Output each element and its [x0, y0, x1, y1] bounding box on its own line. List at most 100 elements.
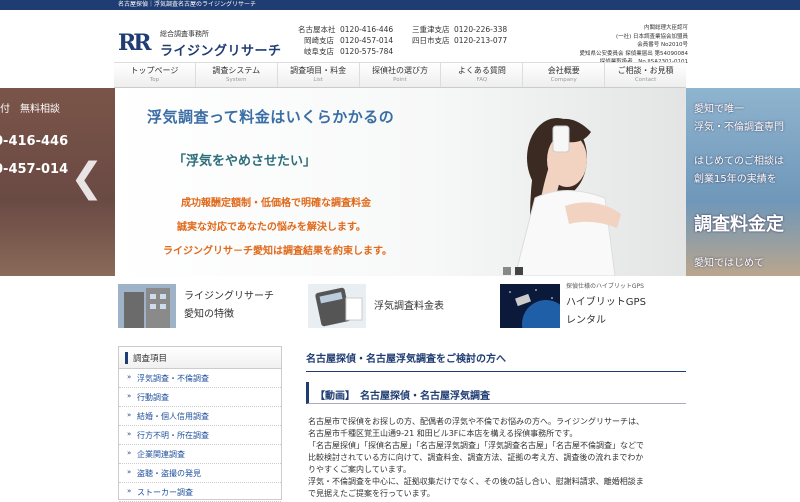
prev-slide-peek[interactable]: 付 無料相談 0-416-446 0-457-014 ❮	[0, 88, 115, 276]
next-slide-peek[interactable]: 愛知で唯一 浮気・不倫調査専門 はじめてのご相談は 創業15年の実績を 調査料金…	[686, 88, 800, 276]
nav-sub: FAQ	[476, 77, 488, 83]
feature-characteristics[interactable]: ライジングリサーチ 愛知の特徴	[118, 284, 298, 332]
logo-name[interactable]: ライジングリサーチ	[160, 40, 282, 59]
feature-line: 浮気調査料金表	[374, 301, 444, 312]
feature-line: ハイブリットGPS	[566, 297, 646, 308]
chevron-left-icon[interactable]: ❮	[70, 158, 104, 198]
slider-dots	[503, 260, 527, 276]
paragraph-line: 名古屋市で探偵をお探しの方、配偶者の浮気や不倫でお悩みの方へ。ライジングリサーチ…	[308, 417, 644, 426]
branch-tel[interactable]: 0120-575-784	[340, 47, 393, 56]
license-line: 内閣総理大臣認可	[643, 25, 688, 31]
double-chevron-icon: »	[127, 468, 132, 476]
license-line: (一社) 日本調査業協会加盟員	[615, 33, 688, 40]
nav-list[interactable]: 調査項目・料金 List	[278, 63, 360, 87]
branch-name: 名古屋本社	[298, 25, 336, 34]
sidebar-item[interactable]: » 結婚・個人信用調査	[119, 407, 281, 426]
double-chevron-icon: »	[127, 487, 132, 495]
nav-contact[interactable]: ご相談・お見積 Contact	[605, 63, 686, 87]
peek-text: 愛知で唯一	[694, 104, 744, 115]
license-line: 愛知県公安委員会 探偵業届出 第54090084	[579, 50, 689, 57]
double-chevron-icon: »	[127, 430, 132, 438]
intro-paragraph: 名古屋市で探偵をお探しの方、配偶者の浮気や不倫でお悩みの方へ。ライジングリサーチ…	[308, 416, 686, 500]
nav-label: 会社概要	[547, 66, 580, 75]
hero-slide[interactable]: 浮気調査って料金はいくらかかるの 「浮気をやめさせたい」 成功報酬定額制・低価格…	[115, 88, 686, 276]
slide-line-2: 誠実な対応であなたの悩みを解決します。	[177, 222, 366, 233]
paragraph-line: 比較検討されている方に向けて、調査料金、調査方法、証拠の考え方、調査後の流れまで…	[308, 453, 644, 462]
branch-tel[interactable]: 0120-416-446	[340, 25, 393, 34]
sidebar-item[interactable]: » 企業関連調査	[119, 445, 281, 464]
hero-slider: 付 無料相談 0-416-446 0-457-014 ❮ 浮気調査って料金はいく…	[0, 88, 800, 276]
sidebar-item-label: 企業関連調査	[137, 450, 185, 459]
main-nav: トップページ Top 調査システム System 調査項目・料金 List 探偵社の選…	[114, 62, 686, 88]
calculator-thumbnail	[308, 284, 366, 328]
branch-name: 岡崎支店	[304, 36, 334, 45]
sidebar-item-label: 行動調査	[137, 393, 169, 402]
feature-line: ライジングリサーチ	[184, 291, 274, 302]
nav-top[interactable]: トップページ Top	[114, 63, 196, 87]
slide-quote: 「浮気をやめさせたい」	[173, 154, 317, 169]
feature-text: 浮気調査料金表	[374, 298, 444, 316]
peek-text: 創業15年の実績を	[694, 174, 777, 185]
slider-dot-active[interactable]	[515, 267, 523, 275]
nav-label: 調査項目・料金	[290, 66, 347, 75]
nav-sub: System	[226, 77, 247, 83]
video-section-heading: 【動画】 名古屋探偵・名古屋浮気調査	[306, 382, 686, 404]
branch-name: 四日市支店	[412, 36, 450, 45]
double-chevron-icon: »	[127, 392, 132, 400]
sidebar-header: 調査項目	[119, 347, 281, 369]
branch-tel[interactable]: 0120-226-338	[454, 25, 507, 34]
slider-dot[interactable]	[503, 267, 511, 275]
sidebar-item[interactable]: » 行動調査	[119, 388, 281, 407]
top-bar-text: 名古屋探偵｜浮気調査名古屋のライジングリサーチ	[118, 1, 257, 8]
sidebar-item-label: 盗聴・盗撮の発見	[137, 469, 201, 478]
sidebar-item[interactable]: » 行方不明・所在調査	[119, 426, 281, 445]
branch-entry: 岡崎支店 0120-457-014	[298, 35, 393, 46]
sidebar-item-label: 行方不明・所在調査	[137, 431, 209, 440]
branch-entry: 三重津支店 0120-226-338	[412, 24, 507, 35]
nav-sub: Top	[149, 77, 160, 83]
double-chevron-icon: »	[127, 449, 132, 457]
gps-space-thumbnail	[500, 284, 560, 328]
nav-label: 調査システム	[212, 66, 261, 75]
peek-text: 愛知ではじめて	[694, 258, 764, 269]
sidebar-item-label: 浮気調査・不倫調査	[137, 374, 209, 383]
feature-text: ハイブリットGPS レンタル	[566, 294, 646, 330]
nav-sub: Company	[550, 77, 577, 83]
sidebar-accent-bar	[125, 352, 128, 364]
branch-tel[interactable]: 0120-213-077	[454, 36, 507, 45]
double-chevron-icon: »	[127, 373, 132, 381]
branch-list-left: 名古屋本社 0120-416-446 岡崎支店 0120-457-014 岐阜支店 0…	[298, 24, 393, 57]
nav-faq[interactable]: よくある質問 FAQ	[441, 63, 524, 87]
sidebar-item-label: ストーカー調査	[137, 488, 193, 497]
branch-name: 三重津支店	[412, 25, 450, 34]
peek-text: 浮気・不倫調査専門	[694, 122, 784, 133]
branch-entry: 岐阜支店 0120-575-784	[298, 46, 393, 57]
paragraph-line: りやすくご案内しています。	[308, 465, 411, 474]
peek-free-consult: 付 無料相談	[0, 104, 60, 115]
nav-point[interactable]: 探偵社の選び方 Point	[360, 63, 442, 87]
sidebar-item[interactable]: » ストーカー調査	[119, 483, 281, 502]
paragraph-line: 「名古屋探偵」「探偵名古屋」「名古屋浮気調査」「浮気調査名古屋」「名古屋不倫調査…	[308, 441, 644, 450]
nav-company[interactable]: 会社概要 Company	[523, 63, 606, 87]
sidebar-item[interactable]: » 浮気調査・不倫調査	[119, 369, 281, 388]
nav-system[interactable]: 調査システム System	[196, 63, 278, 87]
license-info: 内閣総理大臣認可 (一社) 日本調査業協会加盟員 会員番号 No2010号 愛知…	[548, 24, 689, 67]
double-chevron-icon: »	[127, 411, 132, 419]
sidebar-item-label: 結婚・個人信用調査	[137, 412, 209, 421]
branch-list-right: 三重津支店 0120-226-338 四日市支店 0120-213-077	[412, 24, 507, 46]
feature-price-list[interactable]: 浮気調査料金表	[308, 284, 488, 332]
paragraph-line: 浮気・不倫調査を中心に、証拠収集だけでなく、その後の話し合い、慰謝料請求、離婚相…	[308, 477, 644, 486]
site-header: RR 総合調査事務所 ライジングリサーチ 名古屋本社 0120-416-446 岡…	[0, 10, 800, 65]
branch-tel[interactable]: 0120-457-014	[340, 36, 393, 45]
feature-gps-rental[interactable]: 探偵仕様のハイブリットGPS ハイブリットGPS レンタル	[500, 283, 688, 332]
nav-label: ご相談・お見積	[617, 66, 674, 75]
branch-entry: 名古屋本社 0120-416-446	[298, 24, 393, 35]
license-line: 会員番号 No2010号	[637, 42, 688, 49]
feature-banners: ライジングリサーチ 愛知の特徴 浮気調査料金表 探偵仕様のハイブリットGPS ハ…	[118, 283, 688, 332]
feature-line: 愛知の特徴	[184, 309, 234, 320]
nav-sub: Point	[393, 77, 407, 83]
sidebar-item[interactable]: » 盗聴・盗撮の発見	[119, 464, 281, 483]
logo-mark[interactable]: RR	[118, 32, 154, 54]
gps-caption: 探偵仕様のハイブリットGPS	[566, 283, 644, 290]
feature-line: レンタル	[566, 315, 606, 326]
